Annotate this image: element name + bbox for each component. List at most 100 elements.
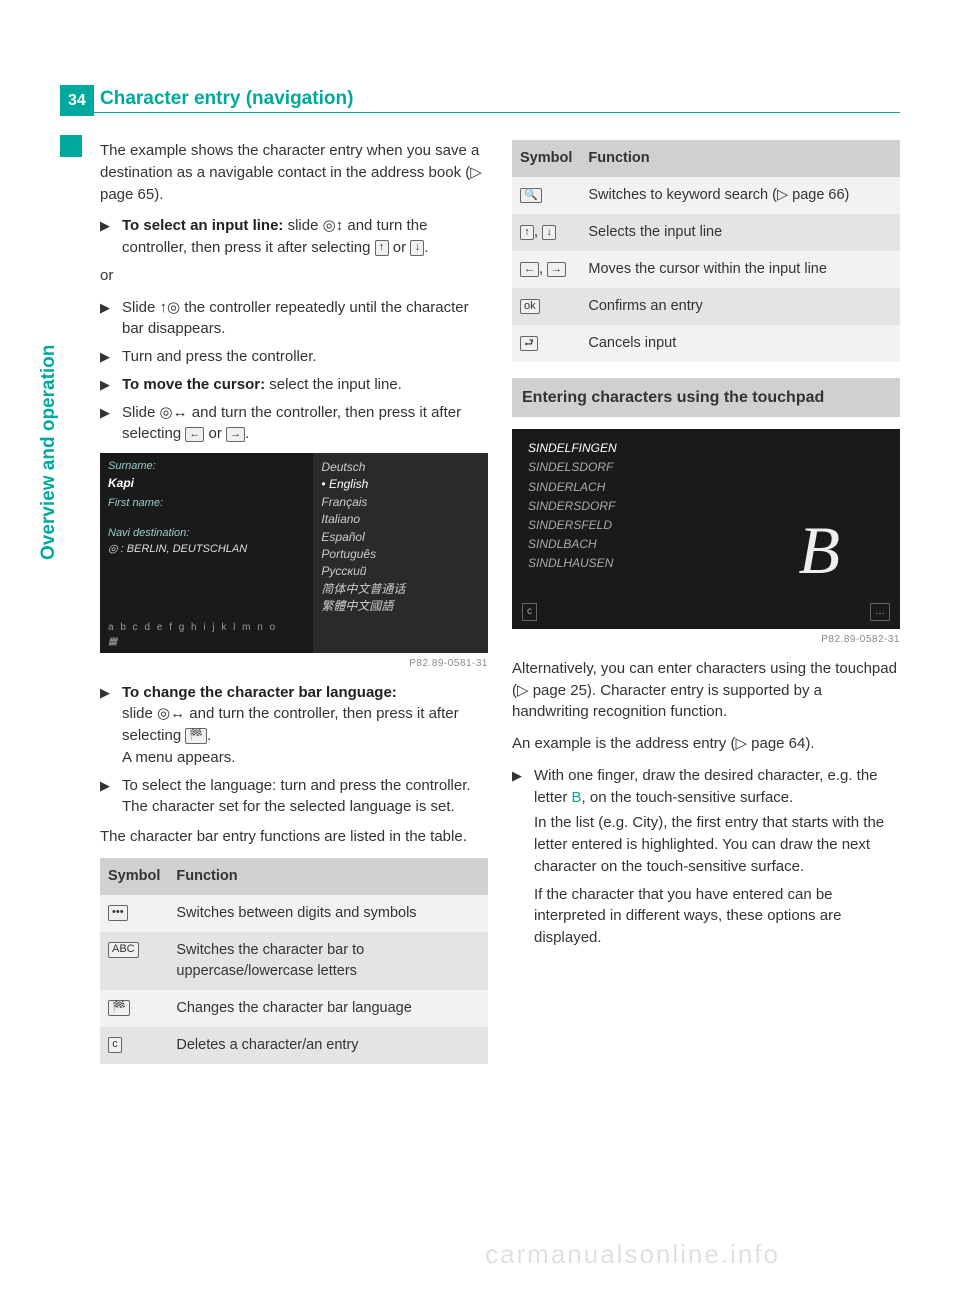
table-cell: Moves the cursor within the input line [580, 251, 900, 288]
list-item: ▶ To select the language: turn and press… [100, 775, 488, 819]
table-cell: Switches the character bar to uppercase/… [168, 932, 488, 990]
table-cell: Deletes a character/an entry [168, 1027, 488, 1064]
table-row: 🔍 Switches to keyword search (▷ page 66) [512, 177, 900, 214]
step-text: In the list (e.g. City), the first entry… [534, 812, 900, 877]
table-row: ⮐ Cancels input [512, 325, 900, 362]
step-text: . [245, 425, 249, 442]
lang-item: Français [321, 494, 480, 511]
list-item: ▶ Slide ↑◎ the controller repeatedly unt… [100, 297, 488, 341]
step-text: . [424, 239, 428, 256]
step-text: . [207, 727, 211, 744]
bullet-icon: ▶ [100, 682, 114, 769]
list-item: SINDELSDORF [528, 458, 617, 477]
step-text: If the character that you have entered c… [534, 884, 900, 949]
screenshot-touchpad: SINDELFINGEN SINDELSDORF SINDERLACH SIND… [512, 429, 900, 629]
table-row: ABC Switches the character bar to upperc… [100, 932, 488, 990]
language-list: Deutsch • English Français Italiano Espa… [313, 453, 488, 653]
lang-item: Italiano [321, 511, 480, 528]
body-text: Alternatively, you can enter characters … [512, 658, 900, 723]
bullet-icon: ▶ [100, 297, 114, 341]
table-header: Symbol [512, 140, 580, 177]
subheading: Entering characters using the touchpad [512, 378, 900, 417]
list-item: SINDLBACH [528, 535, 617, 554]
right-arrow-icon: → [226, 427, 245, 442]
image-caption: P82.89-0582-31 [512, 633, 900, 648]
side-tab-block [60, 135, 82, 157]
bullet-icon: ▶ [100, 215, 114, 259]
table-row: ↑, ↓ Selects the input line [512, 214, 900, 251]
lang-item: Deutsch [321, 459, 480, 476]
handwriting-letter: B [798, 501, 840, 600]
symbol-function-table-2: Symbol Function 🔍 Switches to keyword se… [512, 140, 900, 362]
list-item: SINDLHAUSEN [528, 554, 617, 573]
lang-item: • English [321, 476, 480, 493]
list-item: ▶ To select an input line: slide ◎↕ and … [100, 215, 488, 259]
back-icon: ⮐ [520, 336, 538, 351]
flag-icon: 🏁 [108, 1000, 130, 1015]
list-item: ▶ To move the cursor: select the input l… [100, 374, 488, 396]
more-corner-icon: … [870, 603, 890, 622]
step-text: Slide ◎↔ and turn the controller, then p… [122, 404, 461, 443]
bullet-icon: ▶ [100, 346, 114, 368]
header-rule [60, 112, 900, 113]
table-cell: Switches between digits and symbols [168, 895, 488, 932]
step-text: Slide ↑◎ the controller repeatedly until… [122, 297, 488, 341]
character-bar: a b c d e f g h i j k l m n o [108, 621, 277, 636]
step-text: or [204, 425, 226, 442]
right-arrow-icon: → [547, 262, 566, 277]
list-item: ▶ Slide ◎↔ and turn the controller, then… [100, 402, 488, 446]
abc-icon: ABC [108, 942, 139, 957]
symbol-function-table: Symbol Function ••• Switches between dig… [100, 858, 488, 1064]
lang-item: Español [321, 529, 480, 546]
highlight-letter: B [572, 789, 582, 806]
body-text: An example is the address entry (▷ page … [512, 733, 900, 755]
left-arrow-icon: ← [520, 262, 539, 277]
table-header: Function [168, 858, 488, 895]
city-list: SINDELFINGEN SINDELSDORF SINDERLACH SIND… [528, 439, 617, 573]
step-text: To select the language: turn and press t… [122, 777, 471, 794]
table-row: ••• Switches between digits and symbols [100, 895, 488, 932]
down-arrow-icon: ↓ [410, 240, 424, 255]
or-text: or [100, 265, 488, 287]
section-tab: Overview and operation [35, 345, 63, 560]
image-caption: P82.89-0581-31 [100, 657, 488, 672]
up-arrow-icon: ↑ [520, 225, 534, 240]
navi-value: ◎ : BERLIN, DEUTSCHLAN [108, 542, 305, 558]
list-item: SINDERSFELD [528, 516, 617, 535]
intro-text: The example shows the character entry wh… [100, 140, 488, 205]
table-cell: Changes the character bar language [168, 990, 488, 1027]
lang-item: Русский [321, 563, 480, 580]
page-title: Character entry (navigation) [100, 85, 353, 113]
delete-icon: c [108, 1037, 122, 1052]
step-text: or [389, 239, 411, 256]
step-text: , on the touch-sensitive surface. [582, 789, 794, 806]
step-bold: To select an input line: [122, 217, 283, 234]
flag-icon: 🏁 [185, 728, 207, 743]
table-cell: Switches to keyword search (▷ page 66) [580, 177, 900, 214]
left-arrow-icon: ← [185, 427, 204, 442]
step-text: A menu appears. [122, 749, 235, 766]
watermark: carmanualsonline.info [485, 1236, 780, 1274]
table-header: Symbol [100, 858, 168, 895]
table-cell: Cancels input [580, 325, 900, 362]
table-row: ok Confirms an entry [512, 288, 900, 325]
outro-text: The character bar entry functions are li… [100, 826, 488, 848]
table-cell: Selects the input line [580, 214, 900, 251]
step-text: select the input line. [265, 376, 402, 393]
list-item: SINDERLACH [528, 478, 617, 497]
table-row: 🏁 Changes the character bar language [100, 990, 488, 1027]
surname-value: Kapi [108, 475, 305, 492]
table-row: c Deletes a character/an entry [100, 1027, 488, 1064]
screenshot-contact-entry: Surname: Kapi First name: Navi destinati… [100, 453, 488, 653]
lang-item: Português [321, 546, 480, 563]
up-arrow-icon: ↑ [375, 240, 389, 255]
list-item: ▶ To change the character bar language: … [100, 682, 488, 769]
table-header: Function [580, 140, 900, 177]
step-text: slide ◎↔ and turn the controller, then p… [122, 705, 459, 744]
surname-label: Surname: [108, 459, 305, 475]
down-arrow-icon: ↓ [542, 225, 556, 240]
lang-item: 简体中文普通话 [321, 581, 480, 598]
table-cell: Confirms an entry [580, 288, 900, 325]
list-item: SINDELFINGEN [528, 439, 617, 458]
left-column: The example shows the character entry wh… [100, 140, 488, 1064]
